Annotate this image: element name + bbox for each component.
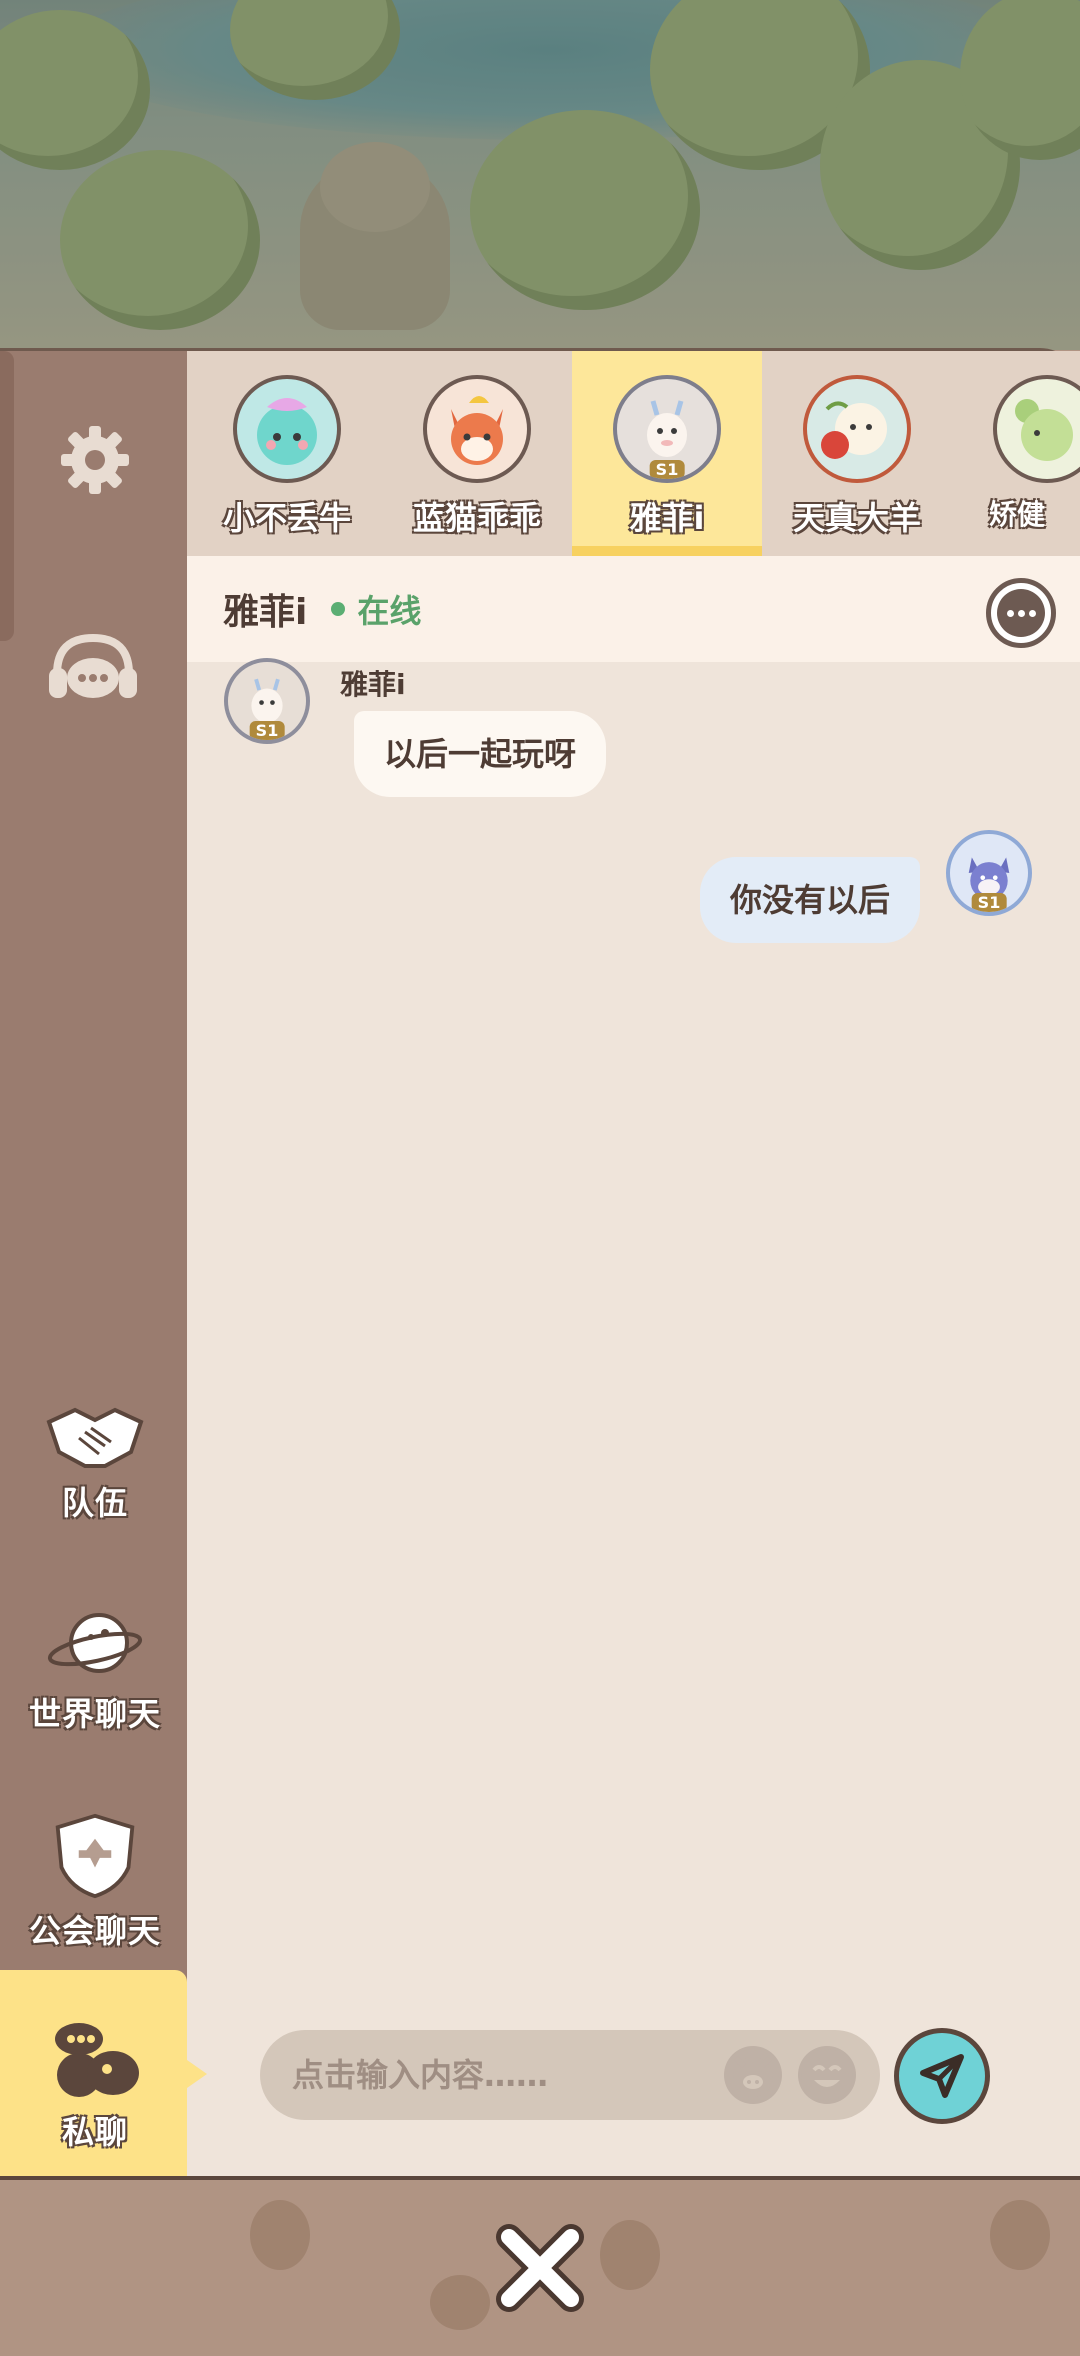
world-chat-button[interactable]: 世界聊天 [20, 1606, 170, 1736]
my-avatar[interactable]: S1 [946, 830, 1032, 916]
paper-plane-icon [920, 2054, 964, 2098]
shield-icon [55, 1813, 135, 1899]
outgoing-message-bubble[interactable]: 你没有以后 [700, 857, 921, 943]
chat-title: 雅菲i [223, 592, 308, 633]
more-options-button[interactable] [986, 578, 1056, 648]
season-badge: S1 [249, 721, 285, 740]
friend-tab-selected[interactable]: S1 雅菲i [572, 351, 762, 556]
pig-sticker-icon[interactable] [724, 2046, 782, 2104]
friend-avatar: S1 [613, 375, 721, 483]
friend-tab[interactable]: 矫健 [952, 351, 1080, 556]
message-input-bar [260, 2030, 880, 2120]
friend-name: 矫健 [988, 498, 1045, 531]
send-button[interactable] [894, 2028, 990, 2124]
friend-avatar [993, 375, 1080, 483]
sender-avatar[interactable]: S1 [224, 658, 310, 744]
friend-tab[interactable]: 天真大羊 [762, 351, 952, 556]
team-chat-button[interactable]: 队伍 [20, 1398, 170, 1528]
chat-header: 雅菲i 在线 [187, 556, 1080, 662]
close-button[interactable] [490, 2218, 590, 2318]
message-input[interactable] [290, 2055, 714, 2095]
message-sender-name: 雅菲i [340, 668, 406, 701]
headset-chat-icon [49, 633, 137, 698]
friend-name: 雅菲i [629, 499, 705, 537]
friend-tab[interactable]: 蓝猫乖乖 [382, 351, 572, 556]
more-icon [997, 589, 1045, 637]
fox-avatar-icon [451, 396, 503, 465]
team-chat-label: 队伍 [61, 1484, 128, 1522]
sheep-avatar-icon [821, 401, 887, 459]
guild-chat-button[interactable]: 公会聊天 [20, 1812, 170, 1952]
online-status: 在线 [357, 592, 422, 630]
friend-avatar [233, 375, 341, 483]
planet-icon [47, 1613, 143, 1673]
friends-list: 小不丢牛 蓝猫乖乖 S1 雅菲i 天真大羊 矫健 [187, 351, 1080, 556]
emoji-icon[interactable] [798, 2046, 856, 2104]
friend-tab[interactable]: 小不丢牛 [192, 351, 382, 556]
friend-avatar [423, 375, 531, 483]
friend-name: 天真大羊 [792, 499, 921, 537]
friend-avatar [803, 375, 911, 483]
mouse-avatar-icon [1015, 399, 1073, 461]
guild-chat-label: 公会聊天 [28, 1912, 161, 1950]
handshake-icon [46, 1407, 144, 1468]
chat-bubbles-icon [55, 2023, 139, 2097]
gear-icon [61, 426, 129, 494]
online-indicator [331, 602, 346, 616]
settings-button[interactable] [40, 410, 150, 510]
private-chat-label: 私聊 [61, 2113, 128, 2151]
incoming-message-bubble[interactable]: 以后一起玩呀 [354, 711, 607, 797]
friend-name: 小不丢牛 [222, 499, 351, 537]
close-icon [496, 2224, 584, 2312]
world-chat-label: 世界聊天 [28, 1695, 161, 1733]
octopus-avatar-icon [257, 398, 317, 465]
private-chat-button[interactable]: 私聊 [20, 2010, 170, 2160]
season-badge: S1 [649, 460, 685, 479]
season-badge: S1 [971, 893, 1007, 912]
game-background [0, 0, 1080, 350]
customer-service-button[interactable] [38, 620, 148, 720]
friend-name: 蓝猫乖乖 [412, 499, 541, 537]
